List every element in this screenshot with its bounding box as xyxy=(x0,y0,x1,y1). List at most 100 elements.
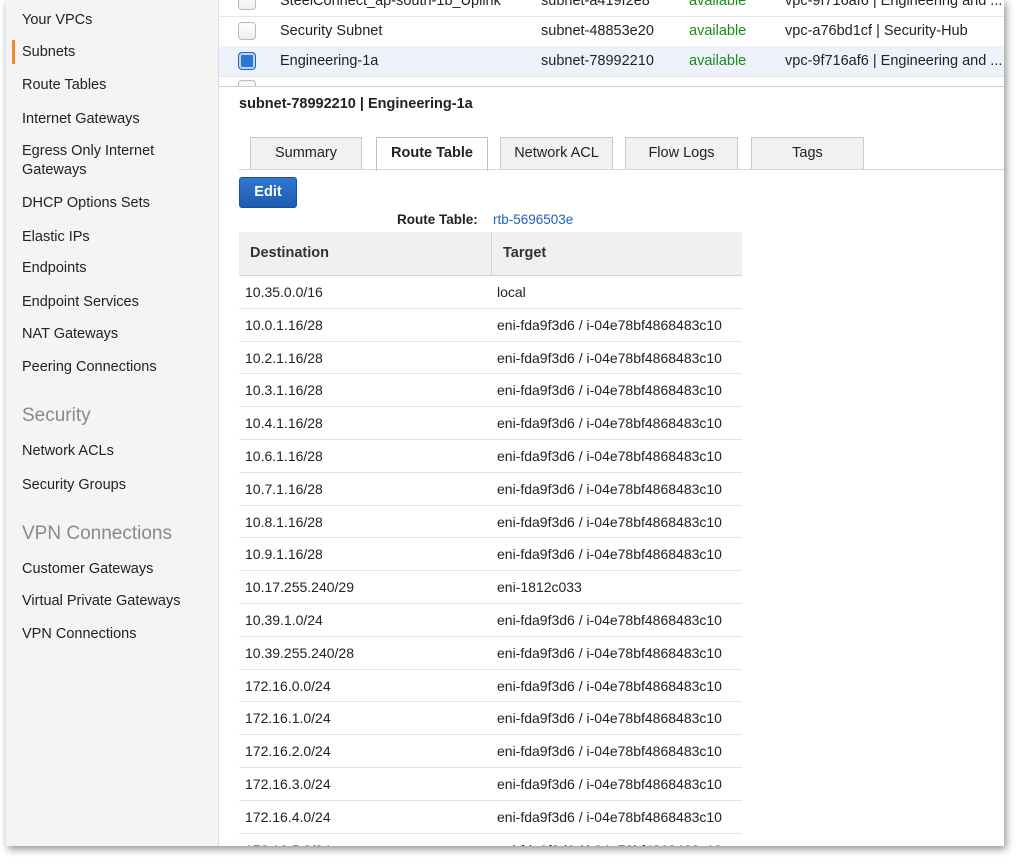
sidebar-item-route-tables[interactable]: Route Tables xyxy=(22,76,202,95)
route-target: eni-fda9f3d6 / i-04e78bf4868483c10 xyxy=(497,316,722,333)
row-checkbox-checked[interactable] xyxy=(238,52,256,70)
subnet-state: available xyxy=(689,53,747,69)
active-indicator xyxy=(12,40,15,64)
subnet-name: Engineering-1a xyxy=(280,53,379,69)
table-row: 10.0.1.16/28 eni-fda9f3d6 / i-04e78bf4868… xyxy=(239,309,742,342)
table-row-selected[interactable]: Engineering-1a subnet-78992210 available… xyxy=(219,46,1004,77)
route-target: eni-fda9f3d6 / i-04e78bf4868483c10 xyxy=(497,710,722,727)
route-destination: 172.16.5.0/24 xyxy=(245,842,331,846)
subnet-name: Security Subnet xyxy=(280,23,383,39)
route-destination: 10.9.1.16/28 xyxy=(245,546,323,563)
table-row: 10.3.1.16/28 eni-fda9f3d6 / i-04e78bf4868… xyxy=(239,374,742,408)
route-destination: 172.16.0.0/24 xyxy=(245,677,331,694)
route-target: eni-fda9f3d6 / i-04e78bf4868483c10 xyxy=(497,743,722,760)
route-target: eni-fda9f3d6 / i-04e78bf4868483c10 xyxy=(497,775,722,792)
table-row: 172.16.2.0/24 eni-fda9f3d6 / i-04e78bf486… xyxy=(239,735,742,768)
table-row: 10.17.255.240/29 eni-1812c033 xyxy=(239,571,742,604)
route-target: eni-fda9f3d6 / i-04e78bf4868483c10 xyxy=(497,382,722,399)
sidebar-section-vpn: VPN Connections xyxy=(22,523,172,544)
route-target: local xyxy=(497,284,526,300)
subnet-vpc: vpc-9f716af6 | Engineering and ... xyxy=(785,53,1003,69)
sidebar-item-elastic-ips[interactable]: Elastic IPs xyxy=(22,228,202,247)
route-destination: 10.8.1.16/28 xyxy=(245,513,323,530)
table-row: 172.16.5.0/24 eni-fda9f3d6 / i-04e78bf486… xyxy=(239,834,742,846)
edit-button[interactable]: Edit xyxy=(239,177,297,208)
route-destination: 172.16.2.0/24 xyxy=(245,743,331,760)
table-row[interactable]: SteelConnect_ap-south-1b_Uplink subnet-a… xyxy=(219,0,1004,17)
route-destination: 10.39.1.0/24 xyxy=(245,611,323,628)
route-destination: 10.6.1.16/28 xyxy=(245,447,323,464)
route-destination: 10.17.255.240/29 xyxy=(245,579,354,596)
table-row: 10.9.1.16/28 eni-fda9f3d6 / i-04e78bf4868… xyxy=(239,538,742,572)
table-row: 10.39.1.0/24 eni-fda9f3d6 / i-04e78bf4868… xyxy=(239,604,742,637)
sidebar-item-your-vpcs[interactable]: Your VPCs xyxy=(22,11,202,30)
table-row: 172.16.4.0/24 eni-fda9f3d6 / i-04e78bf486… xyxy=(239,801,742,834)
route-table-link[interactable]: rtb-5696503e xyxy=(493,212,573,227)
table-row: 10.7.1.16/28 eni-fda9f3d6 / i-04e78bf4868… xyxy=(239,473,742,506)
main-panel: SteelConnect_ap-south-1b_Uplink subnet-a… xyxy=(219,0,1004,846)
sidebar-item-peering-connections[interactable]: Peering Connections xyxy=(22,358,202,377)
route-target: eni-fda9f3d6 / i-04e78bf4868483c10 xyxy=(497,808,722,825)
sidebar-item-subnets[interactable]: Subnets xyxy=(22,43,202,62)
route-destination: 10.39.255.240/28 xyxy=(245,644,354,661)
sidebar-item-network-acls[interactable]: Network ACLs xyxy=(22,442,202,461)
sidebar-item-security-groups[interactable]: Security Groups xyxy=(22,476,202,495)
route-target: eni-fda9f3d6 / i-04e78bf4868483c10 xyxy=(497,644,722,661)
row-checkbox[interactable] xyxy=(238,80,256,86)
column-separator xyxy=(491,232,492,275)
tab-tags[interactable]: Tags xyxy=(751,137,864,169)
route-target: eni-fda9f3d6 / i-04e78bf4868483c10 xyxy=(497,415,722,432)
row-checkbox[interactable] xyxy=(238,0,256,10)
sidebar-item-endpoint-services[interactable]: Endpoint Services xyxy=(22,293,202,312)
subnet-name: SteelConnect_ap-south-1b_Uplink xyxy=(280,0,501,9)
route-destination: 172.16.3.0/24 xyxy=(245,775,331,792)
table-row[interactable]: Security Subnet subnet-48853e20 availabl… xyxy=(219,16,1004,47)
row-checkbox[interactable] xyxy=(238,22,256,40)
sidebar-item-vpn-connections[interactable]: VPN Connections xyxy=(22,625,202,644)
table-row: 10.6.1.16/28 eni-fda9f3d6 / i-04e78bf4868… xyxy=(239,440,742,473)
route-destination: 10.7.1.16/28 xyxy=(245,480,323,497)
sidebar-item-internet-gateways[interactable]: Internet Gateways xyxy=(22,110,202,129)
subnet-id: subnet-a419f2e8 xyxy=(541,0,650,9)
table-row: 172.16.0.0/24 eni-fda9f3d6 / i-04e78bf486… xyxy=(239,670,742,703)
column-header-destination[interactable]: Destination xyxy=(250,245,329,261)
table-row: 10.2.1.16/28 eni-fda9f3d6 / i-04e78bf4868… xyxy=(239,342,742,375)
sidebar: Your VPCs Subnets Route Tables Internet … xyxy=(6,0,219,846)
route-target: eni-fda9f3d6 / i-04e78bf4868483c10 xyxy=(497,611,722,628)
subnet-vpc: vpc-a76bd1cf | Security-Hub xyxy=(785,23,968,39)
tab-flow-logs[interactable]: Flow Logs xyxy=(625,137,738,169)
table-row: 172.16.1.0/24 eni-fda9f3d6 / i-04e78bf486… xyxy=(239,702,742,736)
column-header-target[interactable]: Target xyxy=(503,245,546,261)
subnet-state: available xyxy=(689,23,747,39)
sidebar-item-endpoints[interactable]: Endpoints xyxy=(22,259,202,278)
sidebar-item-egress-only-internet-gateways[interactable]: Egress Only Internet Gateways xyxy=(22,142,182,180)
route-target: eni-fda9f3d6 / i-04e78bf4868483c10 xyxy=(497,677,722,694)
subnet-vpc: vpc-9f716af6 | Engineering and ... xyxy=(785,0,1003,9)
route-target: eni-fda9f3d6 / i-04e78bf4868483c10 xyxy=(497,842,722,846)
sidebar-item-nat-gateways[interactable]: NAT Gateways xyxy=(22,325,202,344)
app-window: Your VPCs Subnets Route Tables Internet … xyxy=(6,0,1004,846)
detail-title: subnet-78992210 | Engineering-1a xyxy=(239,96,473,112)
route-destination: 10.35.0.0/16 xyxy=(245,284,323,300)
route-destination: 10.4.1.16/28 xyxy=(245,415,323,432)
table-row: 10.8.1.16/28 eni-fda9f3d6 / i-04e78bf4868… xyxy=(239,506,742,539)
sidebar-item-virtual-private-gateways[interactable]: Virtual Private Gateways xyxy=(22,592,202,611)
table-row: 172.16.3.0/24 eni-fda9f3d6 / i-04e78bf486… xyxy=(239,768,742,801)
tab-network-acl[interactable]: Network ACL xyxy=(500,137,613,169)
route-table-label: Route Table: xyxy=(397,212,478,227)
sidebar-item-customer-gateways[interactable]: Customer Gateways xyxy=(22,560,202,579)
tab-summary[interactable]: Summary xyxy=(250,137,362,169)
routes-table-header: Destination Target xyxy=(239,232,742,276)
tab-route-table[interactable]: Route Table xyxy=(376,137,488,171)
subnet-state: available xyxy=(689,0,747,9)
route-target: eni-fda9f3d6 / i-04e78bf4868483c10 xyxy=(497,546,722,563)
subnet-id: subnet-78992210 xyxy=(541,53,654,69)
routes-table: Destination Target 10.35.0.0/16 local 10.0… xyxy=(239,232,742,846)
routes-table-body: 10.35.0.0/16 local 10.0.1.16/28 eni-fda9f3d… xyxy=(239,276,742,846)
sidebar-item-dhcp-options-sets[interactable]: DHCP Options Sets xyxy=(22,194,202,213)
route-destination: 172.16.1.0/24 xyxy=(245,710,331,727)
table-row: 10.4.1.16/28 eni-fda9f3d6 / i-04e78bf4868… xyxy=(239,407,742,440)
route-target: eni-fda9f3d6 / i-04e78bf4868483c10 xyxy=(497,349,722,366)
tab-divider xyxy=(239,169,1004,170)
route-destination: 10.3.1.16/28 xyxy=(245,382,323,399)
